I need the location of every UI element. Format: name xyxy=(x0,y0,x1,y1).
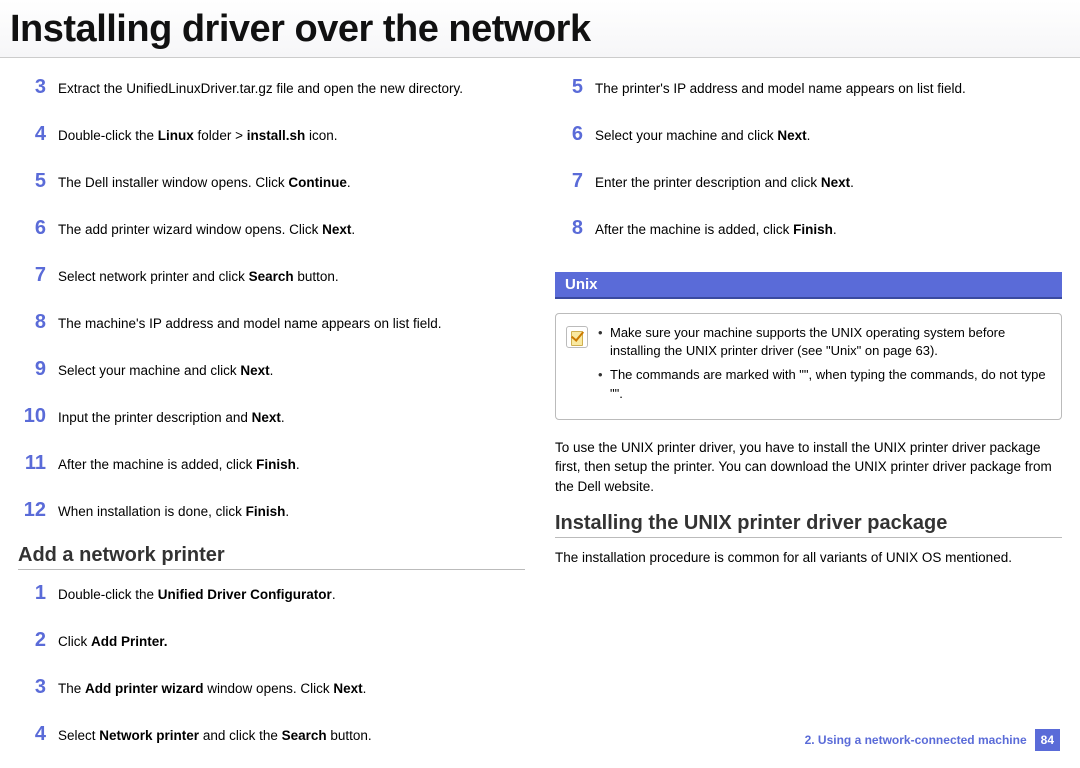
step-item: 5 The Dell installer window opens. Click … xyxy=(18,168,525,195)
step-item: 1 Double-click the Unified Driver Configu… xyxy=(18,580,525,607)
note-item: The commands are marked with "", when ty… xyxy=(598,366,1049,402)
subhead-unix-package: Installing the UNIX printer driver packa… xyxy=(555,512,1062,538)
step-item: 6 The add printer wizard window opens. Cl… xyxy=(18,215,525,242)
step-text: The machine's IP address and model name … xyxy=(58,315,442,333)
step-number: 12 xyxy=(18,497,46,524)
step-text: Select Network printer and click the Sea… xyxy=(58,727,372,745)
steps-list-2: 1 Double-click the Unified Driver Configu… xyxy=(18,580,525,748)
step-number: 3 xyxy=(18,674,46,701)
footer-page-number: 84 xyxy=(1035,729,1060,751)
page-footer: 2. Using a network-connected machine 84 xyxy=(805,729,1060,751)
subhead-add-network-printer: Add a network printer xyxy=(18,544,525,570)
step-text: Select your machine and click Next. xyxy=(595,127,810,145)
step-item: 4 Select Network printer and click the Se… xyxy=(18,721,525,748)
step-text: Extract the UnifiedLinuxDriver.tar.gz fi… xyxy=(58,80,463,98)
step-text: Select network printer and click Search … xyxy=(58,268,339,286)
step-text: Select your machine and click Next. xyxy=(58,362,273,380)
step-number: 6 xyxy=(18,215,46,242)
step-item: 7 Select network printer and click Search… xyxy=(18,262,525,289)
step-number: 5 xyxy=(555,74,583,101)
content-columns: 3 Extract the UnifiedLinuxDriver.tar.gz f… xyxy=(0,58,1080,768)
step-text: Double-click the Linux folder > install.… xyxy=(58,127,338,145)
unix-intro-paragraph: To use the UNIX printer driver, you have… xyxy=(555,438,1062,497)
step-number: 10 xyxy=(18,403,46,430)
footer-chapter: 2. Using a network-connected machine xyxy=(805,733,1027,747)
steps-list-1: 3 Extract the UnifiedLinuxDriver.tar.gz f… xyxy=(18,74,525,524)
step-number: 8 xyxy=(18,309,46,336)
step-text: The add printer wizard window opens. Cli… xyxy=(58,221,355,239)
step-text: The Dell installer window opens. Click C… xyxy=(58,174,351,192)
step-number: 1 xyxy=(18,580,46,607)
step-item: 12 When installation is done, click Finis… xyxy=(18,497,525,524)
step-item: 3 The Add printer wizard window opens. Cl… xyxy=(18,674,525,701)
step-text: Click Add Printer. xyxy=(58,633,168,651)
step-item: 5 The printer's IP address and model name… xyxy=(555,74,1062,101)
step-number: 7 xyxy=(18,262,46,289)
step-item: 7 Enter the printer description and click… xyxy=(555,168,1062,195)
step-number: 7 xyxy=(555,168,583,195)
step-item: 6 Select your machine and click Next. xyxy=(555,121,1062,148)
step-number: 5 xyxy=(18,168,46,195)
step-item: 8 After the machine is added, click Finis… xyxy=(555,215,1062,242)
steps-list-right-top: 5 The printer's IP address and model name… xyxy=(555,74,1062,242)
note-icon xyxy=(566,326,588,348)
step-text: Input the printer description and Next. xyxy=(58,409,285,427)
step-text: After the machine is added, click Finish… xyxy=(58,456,300,474)
page-title: Installing driver over the network xyxy=(0,0,1080,58)
step-text: The printer's IP address and model name … xyxy=(595,80,966,98)
step-text: After the machine is added, click Finish… xyxy=(595,221,837,239)
step-number: 4 xyxy=(18,721,46,748)
step-number: 4 xyxy=(18,121,46,148)
step-number: 9 xyxy=(18,356,46,383)
step-item: 11 After the machine is added, click Fini… xyxy=(18,450,525,477)
step-item: 8 The machine's IP address and model name… xyxy=(18,309,525,336)
note-item: Make sure your machine supports the UNIX… xyxy=(598,324,1049,360)
left-column: 3 Extract the UnifiedLinuxDriver.tar.gz f… xyxy=(18,74,525,768)
step-item: 2 Click Add Printer. xyxy=(18,627,525,654)
step-text: Enter the printer description and click … xyxy=(595,174,854,192)
note-list: Make sure your machine supports the UNIX… xyxy=(598,324,1049,409)
step-text: The Add printer wizard window opens. Cli… xyxy=(58,680,366,698)
unix-banner: Unix xyxy=(555,272,1062,299)
step-item: 4 Double-click the Linux folder > install… xyxy=(18,121,525,148)
right-column: 5 The printer's IP address and model name… xyxy=(555,74,1062,768)
step-text: Double-click the Unified Driver Configur… xyxy=(58,586,336,604)
unix-procedure-paragraph: The installation procedure is common for… xyxy=(555,548,1062,568)
step-item: 3 Extract the UnifiedLinuxDriver.tar.gz f… xyxy=(18,74,525,101)
step-item: 10 Input the printer description and Next… xyxy=(18,403,525,430)
step-text: When installation is done, click Finish. xyxy=(58,503,289,521)
step-number: 2 xyxy=(18,627,46,654)
step-number: 11 xyxy=(18,450,46,477)
step-item: 9 Select your machine and click Next. xyxy=(18,356,525,383)
step-number: 8 xyxy=(555,215,583,242)
step-number: 6 xyxy=(555,121,583,148)
step-number: 3 xyxy=(18,74,46,101)
note-box: Make sure your machine supports the UNIX… xyxy=(555,313,1062,420)
